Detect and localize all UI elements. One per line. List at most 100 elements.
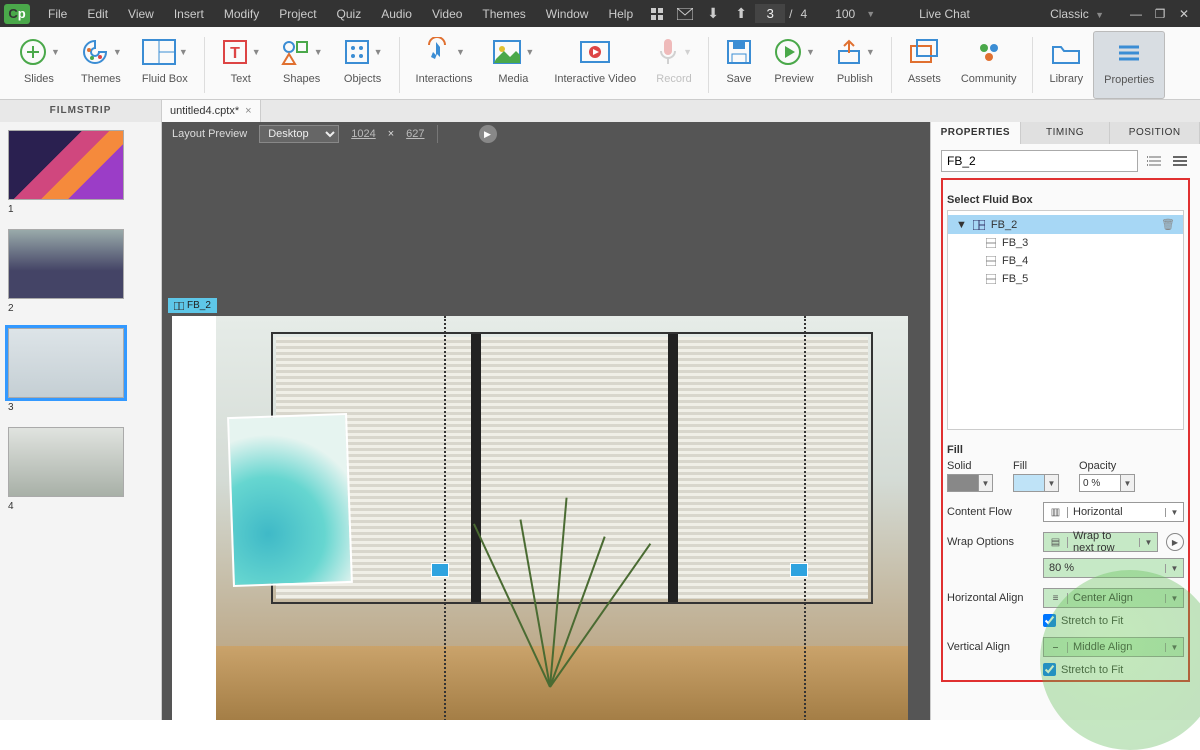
solid-fill-swatch[interactable]: ▼ <box>947 474 993 492</box>
document-tab[interactable]: untitled4.cptx* × <box>162 100 261 122</box>
tree-item-fb2[interactable]: ▼ FB_2 🗑 <box>948 215 1183 234</box>
horizontal-align-select[interactable]: ≡ Center Align ▼ <box>1043 588 1184 608</box>
stretch-vertical-checkbox[interactable] <box>1043 663 1056 676</box>
wrap-play-icon[interactable]: ▶ <box>1166 533 1184 551</box>
ribbon-publish-label: Publish <box>837 73 873 85</box>
tab-position[interactable]: POSITION <box>1110 122 1200 144</box>
canvas-viewport[interactable]: FB_2 <box>162 146 930 720</box>
device-preview-select[interactable]: Desktop <box>259 125 339 143</box>
opacity-input[interactable]: 0 %▼ <box>1079 474 1135 492</box>
content-flow-value: Horizontal <box>1068 506 1165 518</box>
grid-icon[interactable] <box>646 3 668 25</box>
opacity-label: Opacity <box>1079 460 1135 472</box>
ribbon-objects[interactable]: ▼ Objects <box>333 31 393 99</box>
ribbon-preview[interactable]: ▼ Preview <box>763 31 825 99</box>
menu-icon[interactable] <box>1170 151 1190 171</box>
menu-audio[interactable]: Audio <box>371 7 422 21</box>
ribbon-shapes-label: Shapes <box>283 73 320 85</box>
stretch-horizontal-checkbox[interactable] <box>1043 614 1056 627</box>
ribbon-record[interactable]: ▼ Record <box>646 31 702 99</box>
tab-properties[interactable]: PROPERTIES <box>931 122 1021 144</box>
slide-thumbnail-4[interactable] <box>8 427 124 497</box>
tree-item-fb5[interactable]: FB_5 <box>948 270 1183 288</box>
wrap-percent-value: 80 % <box>1044 562 1165 574</box>
chevron-down-icon: ▼ <box>1165 564 1183 573</box>
ribbon-themes[interactable]: ▼ Themes <box>70 31 132 99</box>
fluidbox-handle-right[interactable] <box>790 563 808 577</box>
menu-insert[interactable]: Insert <box>164 7 214 21</box>
live-chat-button[interactable]: Live Chat <box>909 7 980 21</box>
dim-sep: × <box>388 128 394 140</box>
mail-icon[interactable] <box>674 3 696 25</box>
layout-preview-bar: Layout Preview Desktop 1024 × 627 ▶ <box>162 122 930 146</box>
ribbon-slides[interactable]: ▼ Slides <box>8 31 70 99</box>
menu-view[interactable]: View <box>118 7 164 21</box>
tree-item-fb3[interactable]: FB_3 <box>948 234 1183 252</box>
canvas-width[interactable]: 1024 <box>351 128 375 140</box>
menu-themes[interactable]: Themes <box>472 7 535 21</box>
app-menubar: Cp File Edit View Insert Modify Project … <box>0 0 1200 27</box>
ribbon-interactive-video[interactable]: Interactive Video <box>544 31 646 99</box>
ribbon-save-label: Save <box>726 73 751 85</box>
ribbon-interactions[interactable]: ▼ Interactions <box>406 31 483 99</box>
tree-item-label: FB_3 <box>1002 237 1028 249</box>
ribbon-library[interactable]: Library <box>1039 31 1093 99</box>
ribbon-fluidbox[interactable]: ▼ Fluid Box <box>132 31 198 99</box>
zoom-caret-icon[interactable]: ▼ <box>862 9 879 19</box>
filmstrip-panel: 1 2 3 4 <box>0 122 162 720</box>
menu-project[interactable]: Project <box>269 7 326 21</box>
menu-video[interactable]: Video <box>422 7 472 21</box>
sync-up-icon[interactable]: ⬆ <box>730 3 752 25</box>
vertical-align-select[interactable]: ⎯ Middle Align ▼ <box>1043 637 1184 657</box>
menu-edit[interactable]: Edit <box>77 7 118 21</box>
tree-item-fb4[interactable]: FB_4 <box>948 252 1183 270</box>
wrap-percent-input[interactable]: 80 % ▼ <box>1043 558 1184 578</box>
content-flow-select[interactable]: ▥ Horizontal ▼ <box>1043 502 1184 522</box>
slide-thumbnail-1[interactable] <box>8 130 124 200</box>
maximize-icon[interactable]: ❐ <box>1148 3 1172 25</box>
ribbon-text[interactable]: T▼ Text <box>211 31 271 99</box>
play-preview-icon[interactable]: ▶ <box>479 125 497 143</box>
ribbon-intvideo-label: Interactive Video <box>554 73 636 85</box>
object-name-input[interactable] <box>941 150 1138 172</box>
filmstrip-header: FILMSTRIP <box>0 100 162 122</box>
ribbon-assets[interactable]: Assets <box>898 31 951 99</box>
ribbon-shapes[interactable]: ▼ Shapes <box>271 31 333 99</box>
menu-file[interactable]: File <box>38 7 77 21</box>
ribbon-community[interactable]: Community <box>951 31 1027 99</box>
child-icon <box>986 256 996 266</box>
content-flow-label: Content Flow <box>947 506 1035 518</box>
fluidbox-handle-left[interactable] <box>431 563 449 577</box>
fluidbox-tag[interactable]: FB_2 <box>168 298 217 313</box>
ribbon-fluid-label: Fluid Box <box>142 73 188 85</box>
document-tabs: FILMSTRIP untitled4.cptx* × <box>0 100 1200 122</box>
wrap-options-select[interactable]: ▤ Wrap to next row ▼ <box>1043 532 1158 552</box>
ribbon-media[interactable]: ▼ Media <box>482 31 544 99</box>
close-icon[interactable]: ✕ <box>1172 3 1196 25</box>
delete-icon[interactable]: 🗑 <box>1161 218 1175 231</box>
tree-item-label: FB_2 <box>991 219 1017 231</box>
menu-modify[interactable]: Modify <box>214 7 269 21</box>
tree-item-label: FB_4 <box>1002 255 1028 267</box>
fill-color-swatch[interactable]: ▼ <box>1013 474 1059 492</box>
menu-help[interactable]: Help <box>598 7 643 21</box>
slide-canvas[interactable]: FB_2 <box>172 316 908 720</box>
menu-window[interactable]: Window <box>536 7 599 21</box>
wrap-options-value: Wrap to next row <box>1068 530 1139 554</box>
tab-close-icon[interactable]: × <box>245 105 251 117</box>
minimize-icon[interactable]: — <box>1124 3 1148 25</box>
workspace-switcher[interactable]: Classic ▼ <box>1040 7 1114 21</box>
ribbon-properties[interactable]: Properties <box>1093 31 1165 99</box>
slide-thumbnail-3[interactable] <box>8 328 124 398</box>
menu-quiz[interactable]: Quiz <box>327 7 372 21</box>
layout-preview-label: Layout Preview <box>172 128 247 140</box>
tab-timing[interactable]: TIMING <box>1021 122 1111 144</box>
slide-number-input[interactable] <box>755 4 785 23</box>
sync-down-icon[interactable]: ⬇ <box>702 3 724 25</box>
canvas-height[interactable]: 627 <box>406 128 424 140</box>
list-icon[interactable] <box>1144 151 1164 171</box>
ribbon-publish[interactable]: ▼ Publish <box>825 31 885 99</box>
slide-thumbnail-2[interactable] <box>8 229 124 299</box>
expand-icon[interactable]: ▼ <box>956 219 967 231</box>
ribbon-save[interactable]: Save <box>715 31 763 99</box>
